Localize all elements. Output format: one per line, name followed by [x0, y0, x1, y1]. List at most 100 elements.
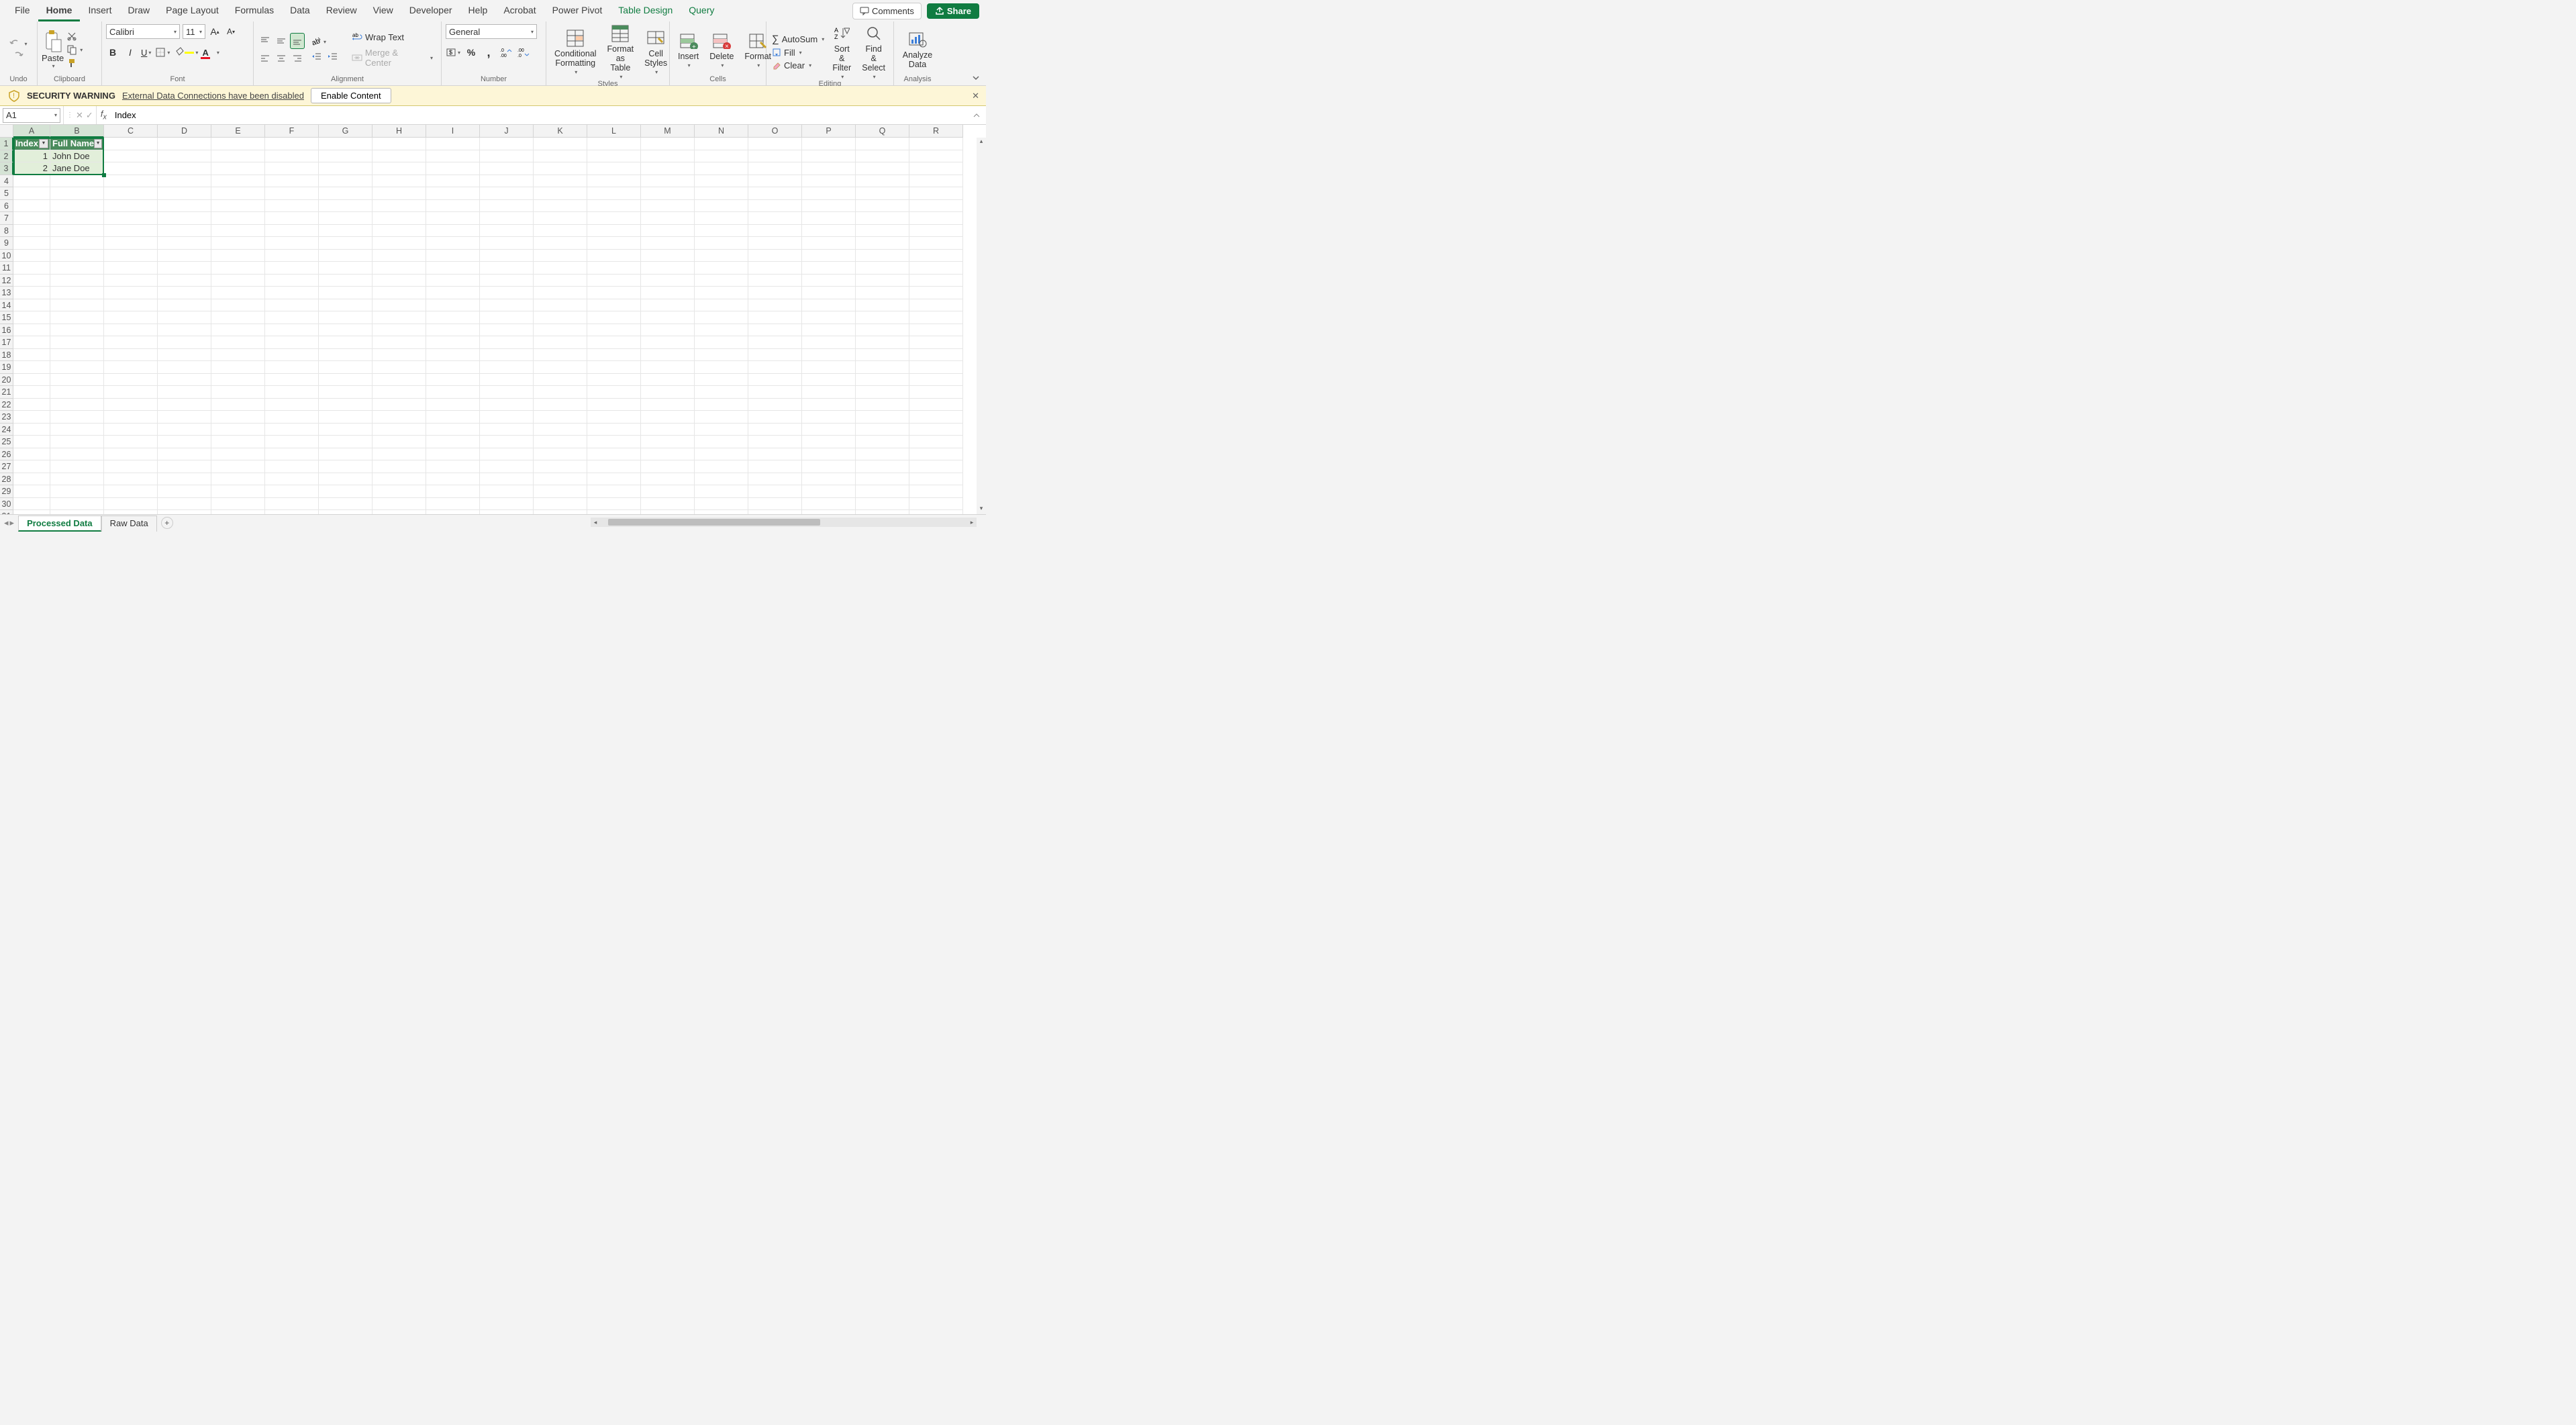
row-header-7[interactable]: 7	[0, 212, 13, 225]
cell-Q25[interactable]	[856, 436, 909, 448]
cell-D21[interactable]	[158, 386, 211, 399]
cell-C2[interactable]	[104, 150, 158, 163]
cell-P10[interactable]	[802, 250, 856, 262]
cell-A10[interactable]	[13, 250, 50, 262]
cell-Q27[interactable]	[856, 460, 909, 473]
cell-D6[interactable]	[158, 200, 211, 213]
cell-G11[interactable]	[319, 262, 373, 275]
cell-K26[interactable]	[534, 448, 587, 461]
cell-J23[interactable]	[480, 411, 534, 424]
cell-N2[interactable]	[695, 150, 748, 163]
collapse-ribbon-button[interactable]	[971, 73, 981, 83]
cell-O28[interactable]	[748, 473, 802, 486]
cancel-formula-button[interactable]: ✕	[76, 110, 83, 121]
cell-B21[interactable]	[50, 386, 104, 399]
cell-O2[interactable]	[748, 150, 802, 163]
cell-R7[interactable]	[909, 212, 963, 225]
cell-N5[interactable]	[695, 187, 748, 200]
cell-F8[interactable]	[265, 225, 319, 238]
cell-M13[interactable]	[641, 287, 695, 299]
cell-M26[interactable]	[641, 448, 695, 461]
cell-J27[interactable]	[480, 460, 534, 473]
cell-O29[interactable]	[748, 485, 802, 498]
cell-E28[interactable]	[211, 473, 265, 486]
col-header-J[interactable]: J	[480, 125, 534, 138]
bold-button[interactable]: B	[106, 46, 119, 59]
cell-E1[interactable]	[211, 138, 265, 150]
cell-J9[interactable]	[480, 237, 534, 250]
cell-R5[interactable]	[909, 187, 963, 200]
cell-D14[interactable]	[158, 299, 211, 312]
cell-A30[interactable]	[13, 498, 50, 511]
cell-R19[interactable]	[909, 361, 963, 374]
cell-K19[interactable]	[534, 361, 587, 374]
cell-M16[interactable]	[641, 324, 695, 337]
cell-K30[interactable]	[534, 498, 587, 511]
tab-file[interactable]: File	[7, 1, 38, 21]
cell-B23[interactable]	[50, 411, 104, 424]
cell-K4[interactable]	[534, 175, 587, 188]
cell-H11[interactable]	[373, 262, 426, 275]
increase-font-button[interactable]: A▴	[208, 25, 221, 38]
cell-E26[interactable]	[211, 448, 265, 461]
cell-M12[interactable]	[641, 275, 695, 287]
cell-K23[interactable]	[534, 411, 587, 424]
sort-filter-button[interactable]: AZSort & Filter▾	[828, 24, 855, 80]
cell-I8[interactable]	[426, 225, 480, 238]
cell-R26[interactable]	[909, 448, 963, 461]
align-middle-button[interactable]	[274, 33, 289, 49]
cell-H10[interactable]	[373, 250, 426, 262]
cell-Q3[interactable]	[856, 162, 909, 175]
cell-N8[interactable]	[695, 225, 748, 238]
row-header-28[interactable]: 28	[0, 473, 13, 486]
cell-O18[interactable]	[748, 349, 802, 362]
cell-F21[interactable]	[265, 386, 319, 399]
conditional-formatting-button[interactable]: Conditional Formatting▾	[550, 29, 601, 75]
row-header-3[interactable]: 3	[0, 162, 13, 175]
cell-F2[interactable]	[265, 150, 319, 163]
cell-R9[interactable]	[909, 237, 963, 250]
cell-D19[interactable]	[158, 361, 211, 374]
accounting-format-button[interactable]: $▾	[446, 46, 460, 59]
tab-acrobat[interactable]: Acrobat	[495, 1, 544, 21]
col-header-H[interactable]: H	[373, 125, 426, 138]
cell-K9[interactable]	[534, 237, 587, 250]
horizontal-scrollbar[interactable]: ◂ ▸	[591, 518, 977, 527]
cell-H7[interactable]	[373, 212, 426, 225]
cell-Q11[interactable]	[856, 262, 909, 275]
cell-B4[interactable]	[50, 175, 104, 188]
row-header-1[interactable]: 1	[0, 138, 13, 150]
cell-R20[interactable]	[909, 374, 963, 387]
row-header-15[interactable]: 15	[0, 311, 13, 324]
cell-J22[interactable]	[480, 399, 534, 411]
cell-H29[interactable]	[373, 485, 426, 498]
cell-Q9[interactable]	[856, 237, 909, 250]
cell-A11[interactable]	[13, 262, 50, 275]
cell-L4[interactable]	[587, 175, 641, 188]
cell-C3[interactable]	[104, 162, 158, 175]
cell-O1[interactable]	[748, 138, 802, 150]
cell-N29[interactable]	[695, 485, 748, 498]
number-format-combo[interactable]: General▾	[446, 24, 537, 39]
cell-O20[interactable]	[748, 374, 802, 387]
cell-J17[interactable]	[480, 336, 534, 349]
cell-G1[interactable]	[319, 138, 373, 150]
cell-I15[interactable]	[426, 311, 480, 324]
autosum-button[interactable]: ∑AutoSum▾	[771, 33, 826, 46]
cell-P7[interactable]	[802, 212, 856, 225]
cell-O8[interactable]	[748, 225, 802, 238]
align-left-button[interactable]	[258, 50, 273, 66]
cell-P30[interactable]	[802, 498, 856, 511]
cell-N3[interactable]	[695, 162, 748, 175]
insert-cells-button[interactable]: +Insert▾	[674, 32, 703, 68]
cell-L19[interactable]	[587, 361, 641, 374]
cell-P26[interactable]	[802, 448, 856, 461]
cell-C10[interactable]	[104, 250, 158, 262]
cell-N25[interactable]	[695, 436, 748, 448]
worksheet-grid[interactable]: ABCDEFGHIJKLMNOPQR 123456789101112131415…	[0, 125, 986, 514]
cell-K27[interactable]	[534, 460, 587, 473]
cell-G29[interactable]	[319, 485, 373, 498]
font-name-combo[interactable]: Calibri▾	[106, 24, 180, 39]
orientation-button[interactable]: ab▾	[310, 36, 340, 48]
cell-H24[interactable]	[373, 424, 426, 436]
